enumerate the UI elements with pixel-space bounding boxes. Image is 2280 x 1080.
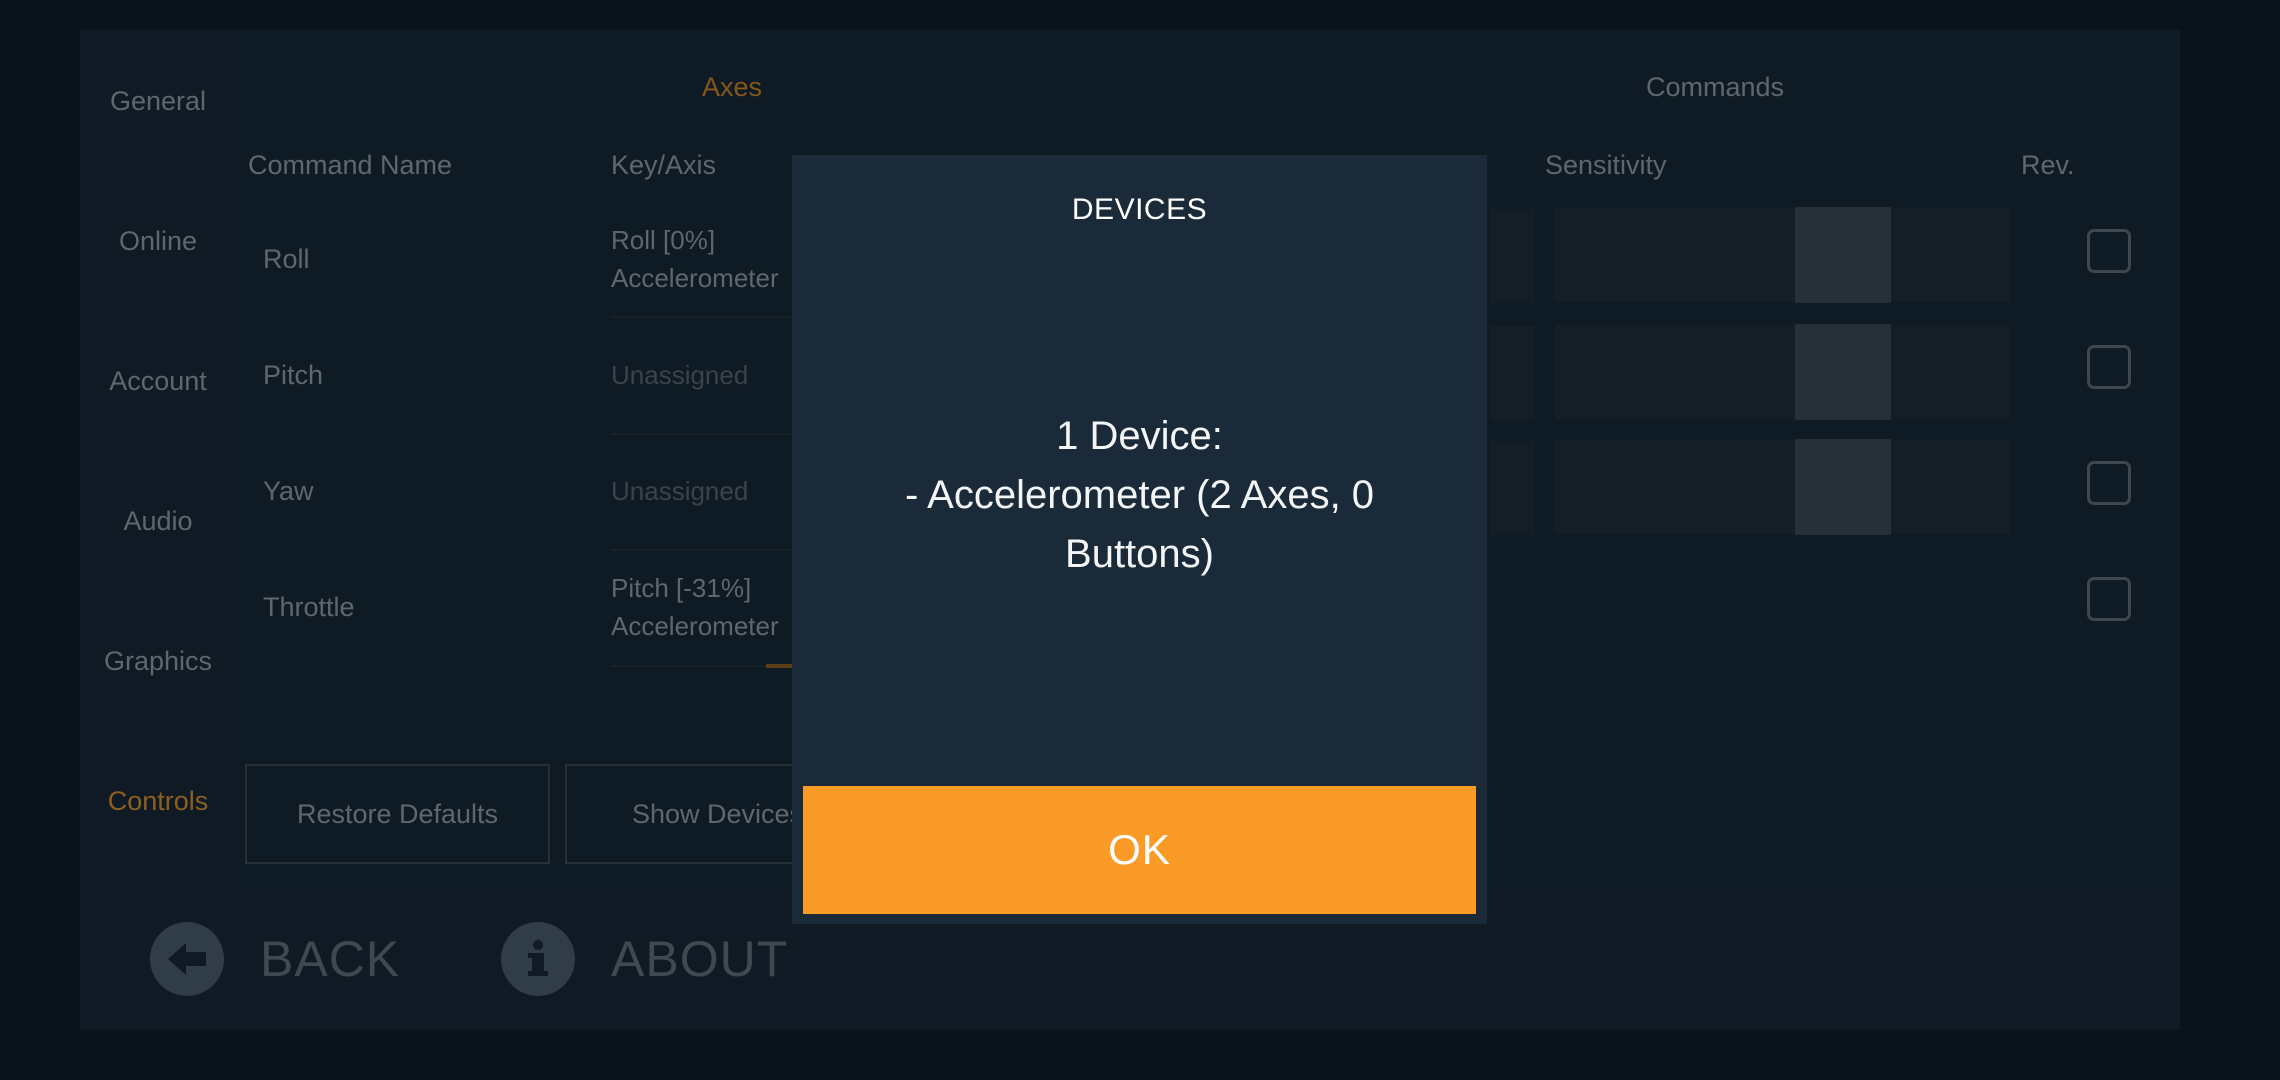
dialog-message-line1: 1 Device: [1056, 414, 1223, 458]
dialog-message-line2: - Accelerometer (2 Axes, 0 [904, 473, 1375, 517]
dialog-message-line3: Buttons) [1065, 532, 1214, 576]
dialog-title: DEVICES [1071, 193, 1208, 226]
devices-dialog: DEVICES 1 Device: - Accelerometer (2 Axe… [792, 155, 1487, 924]
ok-button[interactable]: OK [803, 786, 1476, 914]
settings-screen: General Online Account Audio Graphics Co… [0, 0, 2280, 1080]
dialog-message: 1 Device: - Accelerometer (2 Axes, 0 But… [832, 407, 1447, 584]
